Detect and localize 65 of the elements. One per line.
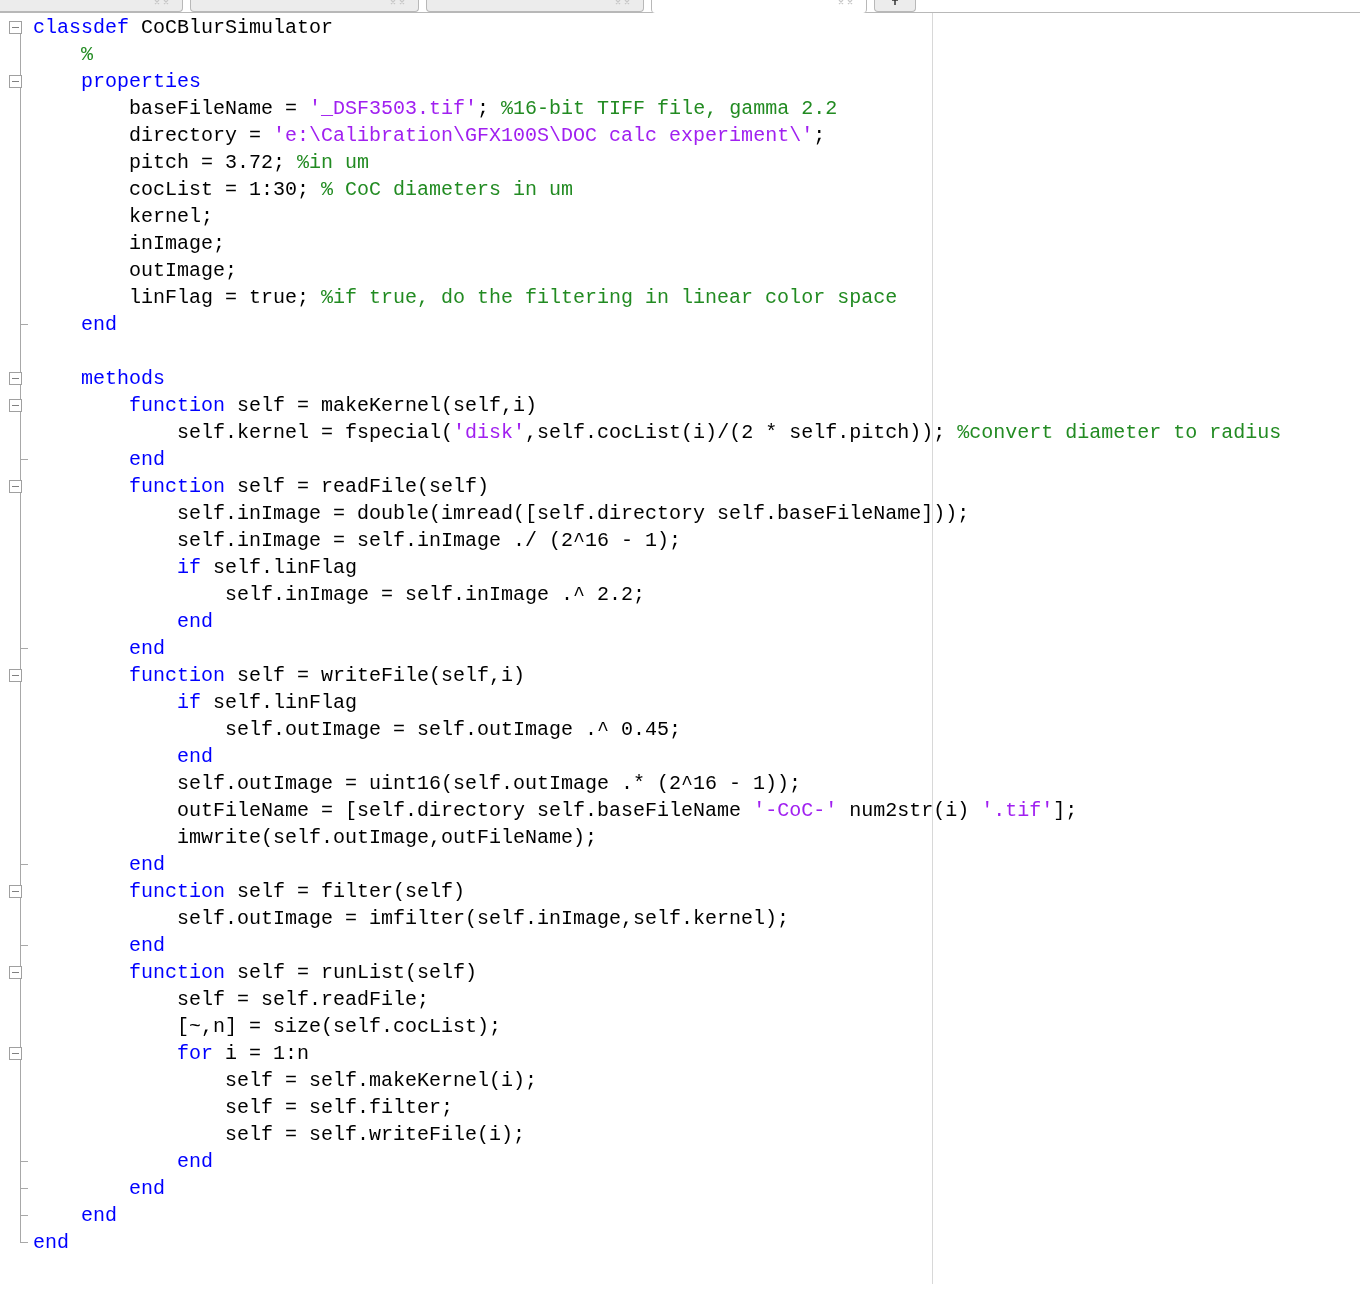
code-line: pitch = 3.72; %in um bbox=[128, 150, 370, 176]
fold-toggle-icon[interactable] bbox=[9, 480, 22, 493]
code-line: self.outImage = uint16(self.outImage .* (2^16 - 1)); bbox=[176, 771, 802, 797]
code-line: end bbox=[176, 1149, 214, 1175]
code-line: end bbox=[80, 1203, 117, 1229]
code-line: baseFileName = '_DSF3503.tif'; %16-bit TIFF file, gamma 2.2 bbox=[128, 96, 838, 122]
code-line: kernel; bbox=[128, 204, 214, 230]
code-line: self = self.readFile; bbox=[176, 987, 430, 1013]
code-line: linFlag = true; %if true, do the filtering in linear color space bbox=[128, 285, 898, 311]
code-line: function self = runList(self) bbox=[128, 960, 478, 986]
code-line: inImage; bbox=[128, 231, 226, 257]
code-line: self.outImage = imfilter(self.inImage,self.kernel); bbox=[176, 906, 790, 932]
code-line: self = self.makeKernel(i); bbox=[224, 1068, 538, 1094]
code-line: end bbox=[128, 636, 166, 662]
code-line: function self = makeKernel(self,i) bbox=[128, 393, 538, 419]
plus-icon bbox=[891, 0, 899, 6]
code-line: end bbox=[128, 852, 166, 878]
code-line: end bbox=[176, 744, 214, 770]
fold-end-marker bbox=[21, 864, 28, 865]
fold-end-marker bbox=[21, 648, 28, 649]
code-line: classdef CoCBlurSimulator bbox=[33, 15, 334, 41]
fold-toggle-icon[interactable] bbox=[9, 1047, 22, 1060]
fold-end-marker bbox=[21, 945, 28, 946]
code-line: end bbox=[33, 1230, 69, 1256]
code-line: self.kernel = fspecial('disk',self.cocList(i)/(2 * self.pitch)); %convert diameter to radius bbox=[176, 420, 1282, 446]
code-line: cocList = 1:30; % CoC diameters in um bbox=[128, 177, 574, 203]
code-line: methods bbox=[80, 366, 166, 392]
code-line: self.inImage = self.inImage ./ (2^16 - 1); bbox=[176, 528, 682, 554]
code-line: end bbox=[80, 312, 117, 338]
code-line: if self.linFlag bbox=[176, 690, 358, 716]
fold-toggle-icon[interactable] bbox=[9, 21, 22, 34]
fold-toggle-icon[interactable] bbox=[9, 669, 22, 682]
code-line: self.outImage = self.outImage .^ 0.45; bbox=[224, 717, 682, 743]
fold-end-marker bbox=[21, 324, 28, 325]
new-tab-button[interactable] bbox=[874, 0, 916, 12]
code-line: [~,n] = size(self.cocList); bbox=[176, 1014, 502, 1040]
code-line: imwrite(self.outImage,outFileName); bbox=[176, 825, 598, 851]
fold-end-marker bbox=[21, 1161, 28, 1162]
fold-end-marker bbox=[21, 459, 28, 460]
code-line: end bbox=[128, 933, 166, 959]
fold-end-marker bbox=[21, 1215, 28, 1216]
code-line: function self = writeFile(self,i) bbox=[128, 663, 526, 689]
code-line: end bbox=[176, 609, 214, 635]
code-line: self = self.filter; bbox=[224, 1095, 454, 1121]
code-line: self.inImage = self.inImage .^ 2.2; bbox=[224, 582, 646, 608]
code-line: directory = 'e:\Calibration\GFX100S\DOC calc experiment\'; bbox=[128, 123, 826, 149]
fold-end-marker bbox=[21, 1188, 28, 1189]
code-line: % bbox=[80, 42, 93, 68]
code-line: for i = 1:n bbox=[176, 1041, 310, 1067]
fold-toggle-icon[interactable] bbox=[9, 372, 22, 385]
code-line: end bbox=[128, 1176, 166, 1202]
fold-toggle-icon[interactable] bbox=[9, 75, 22, 88]
code-line: outFileName = [self.directory self.baseFileName '-CoC-' num2str(i) '.tif']; bbox=[176, 798, 1078, 824]
fold-end-marker bbox=[21, 1242, 28, 1243]
fold-toggle-icon[interactable] bbox=[9, 966, 22, 979]
fold-toggle-icon[interactable] bbox=[9, 399, 22, 412]
code-line: self = self.writeFile(i); bbox=[224, 1122, 526, 1148]
code-line: function self = readFile(self) bbox=[128, 474, 490, 500]
code-line: properties bbox=[80, 69, 202, 95]
code-line: end bbox=[128, 447, 166, 473]
code-line: function self = filter(self) bbox=[128, 879, 466, 905]
code-line: if self.linFlag bbox=[176, 555, 358, 581]
code-line: outImage; bbox=[128, 258, 238, 284]
fold-toggle-icon[interactable] bbox=[9, 885, 22, 898]
code-line: self.inImage = double(imread([self.directory self.baseFileName])); bbox=[176, 501, 970, 527]
